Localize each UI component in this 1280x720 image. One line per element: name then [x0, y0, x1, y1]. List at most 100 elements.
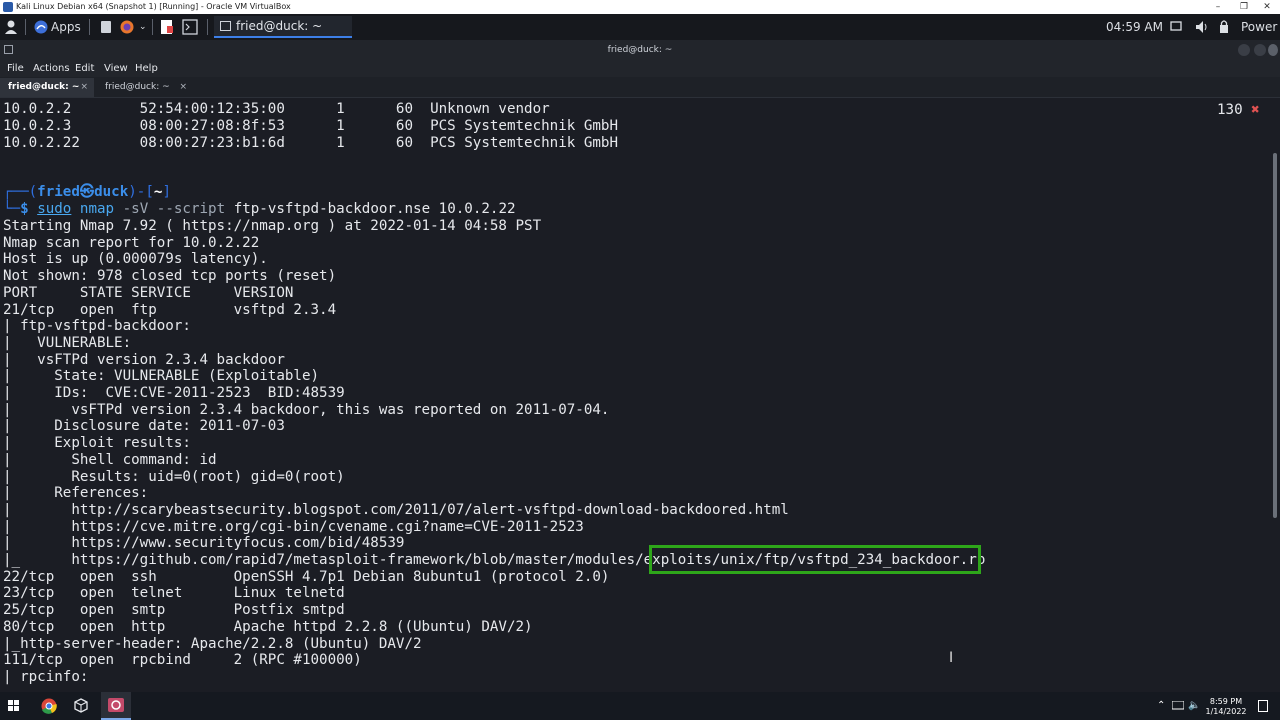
output-line: | http://scarybeastsecurity.blogspot.com… [3, 501, 789, 518]
notification-icon[interactable] [1258, 700, 1268, 712]
scrollbar-thumb[interactable] [1273, 153, 1277, 518]
windows-start-icon[interactable] [8, 700, 20, 712]
output-line: | References: [3, 485, 149, 502]
tab-close-icon[interactable]: × [80, 78, 88, 97]
window-minimize-button[interactable] [1238, 44, 1250, 56]
virtualbox-taskbar-button[interactable] [101, 692, 131, 720]
minimize-button[interactable]: – [1205, 0, 1231, 14]
terminal-output[interactable]: 10.0.2.2 52:54:00:12:35:00 1 60 Unknown … [0, 98, 1270, 692]
vbox-window-title: Kali Linux Debian x64 (Snapshot 1) [Runn… [16, 2, 291, 11]
prompt-dollar: $ [20, 201, 29, 217]
volume-icon[interactable] [1195, 14, 1209, 40]
taskbar-terminal-label: fried@duck: ~ [236, 19, 323, 33]
prompt-bracket: ┌──( [3, 184, 38, 200]
prompt-bracket: ] [162, 184, 171, 200]
output-line: | Results: uid=0(root) gid=0(root) [3, 468, 345, 485]
display-icon[interactable] [1170, 14, 1182, 40]
tab-label: fried@duck: ~ [8, 82, 80, 92]
user-icon[interactable] [4, 14, 18, 40]
text-editor-icon[interactable] [160, 14, 174, 40]
kali-top-panel: Apps ⌄ fried@duck: ~ 04:59 AM Power [0, 14, 1280, 40]
taskbar-time[interactable]: 8:59 PM [1206, 698, 1246, 706]
panel-separator [152, 19, 153, 35]
output-line: | https://www.securityfocus.com/bid/4853… [3, 535, 405, 552]
terminal-window-title: fried@duck: ~ [607, 45, 673, 55]
power-label[interactable]: Power [1241, 14, 1277, 40]
tray-overflow-icon[interactable]: ⌃ [1157, 692, 1165, 720]
tray-volume-icon[interactable]: 🔈 [1188, 692, 1200, 720]
terminal-window-icon [4, 45, 13, 54]
output-line: Starting Nmap 7.92 ( https://nmap.org ) … [3, 218, 542, 234]
virtualbox-icon [3, 2, 13, 12]
output-line: 22/tcp open ssh OpenSSH 4.7p1 Debian 8ub… [3, 568, 610, 585]
prompt-bracket: └─ [3, 201, 21, 217]
apps-label: Apps [51, 20, 81, 34]
terminal-icon [220, 21, 231, 31]
exit-code: 130 [1217, 102, 1243, 118]
menu-view[interactable]: View [104, 60, 128, 77]
menu-edit[interactable]: Edit [75, 60, 94, 77]
tab-terminal-2[interactable]: fried@duck: ~ × [97, 78, 193, 97]
output-line: Host is up (0.000079s latency). [3, 251, 268, 268]
output-line: | rpcinfo: [3, 668, 89, 685]
output-line: | Exploit results: [3, 435, 191, 452]
output-line: | VULNERABLE: [3, 334, 132, 351]
output-line: | ftp-vsftpd-backdoor: [3, 318, 191, 335]
cube-app-icon[interactable] [73, 692, 89, 720]
command-nmap: nmap [79, 201, 115, 217]
tab-close-icon[interactable]: × [179, 78, 187, 97]
prompt-user: fried [37, 184, 80, 200]
panel-separator [25, 19, 26, 35]
mouse-cursor-icon: I [949, 650, 954, 666]
panel-separator [89, 19, 90, 35]
terminal-scrollbar[interactable] [1270, 98, 1280, 692]
output-line: PORT STATE SERVICE VERSION [3, 284, 294, 301]
command-args: ftp-vsftpd-backdoor.nse 10.0.2.22 [233, 201, 516, 217]
screen: Kali Linux Debian x64 (Snapshot 1) [Runn… [0, 0, 1280, 720]
tray-network-icon[interactable] [1171, 700, 1185, 711]
files-icon[interactable] [100, 14, 112, 40]
command-sudo: sudo [37, 201, 72, 217]
apps-menu-button[interactable]: Apps [34, 14, 82, 40]
chevron-down-icon[interactable]: ⌄ [139, 14, 147, 40]
command-flag: -sV [122, 201, 149, 217]
output-line: | vsFTPd version 2.3.4 backdoor, this wa… [3, 401, 610, 418]
terminal-title-bar: fried@duck: ~ [0, 40, 1280, 60]
output-line: | https://cve.mitre.org/cgi-bin/cvename.… [3, 518, 584, 535]
panel-clock[interactable]: 04:59 AM [1106, 14, 1163, 40]
annotation-highlight-box [649, 545, 981, 574]
tab-label: fried@duck: ~ [105, 82, 170, 92]
vbox-title-bar: Kali Linux Debian x64 (Snapshot 1) [Runn… [0, 0, 1280, 14]
output-line: |_http-server-header: Apache/2.2.8 (Ubun… [3, 635, 422, 652]
arp-row: 10.0.2.2 52:54:00:12:35:00 1 60 Unknown … [3, 101, 550, 117]
firefox-icon[interactable] [119, 14, 135, 40]
prompt-skull-icon: ㉿ [79, 184, 95, 200]
menu-actions[interactable]: Actions [33, 60, 70, 77]
tab-terminal-1[interactable]: fried@duck: ~ × [0, 78, 94, 97]
output-line: Nmap scan report for 10.0.2.22 [3, 234, 260, 251]
menu-help[interactable]: Help [135, 60, 158, 77]
error-icon: ✖ [1251, 102, 1260, 118]
output-line: 25/tcp open smtp Postfix smtpd [3, 602, 345, 619]
command-line: └─$ sudo nmap -sV --script ftp-vsftpd-ba… [3, 201, 516, 218]
window-maximize-button[interactable] [1254, 44, 1266, 56]
taskbar-terminal-button[interactable]: fried@duck: ~ [214, 16, 352, 38]
terminal-launcher-icon[interactable] [182, 14, 198, 40]
lock-icon[interactable] [1218, 14, 1230, 40]
output-line: 23/tcp open telnet Linux telnetd [3, 585, 345, 602]
chrome-icon[interactable] [40, 692, 58, 720]
terminal-menubar: File Actions Edit View Help [0, 60, 1280, 77]
output-line: 111/tcp open rpcbind 2 (RPC #100000) [3, 652, 362, 669]
menu-file[interactable]: File [7, 60, 24, 77]
taskbar-date[interactable]: 1/14/2022 [1204, 708, 1248, 716]
prompt-line-1: ┌──(fried㉿duck)-[~] [3, 184, 171, 201]
output-line: | IDs: CVE:CVE-2011-2523 BID:48539 [3, 385, 345, 401]
output-line: 80/tcp open http Apache httpd 2.2.8 ((Ub… [3, 618, 533, 635]
prompt-bracket: )-[ [128, 184, 154, 200]
arp-row: 10.0.2.3 08:00:27:08:8f:53 1 60 PCS Syst… [3, 118, 618, 134]
window-close-button[interactable] [1268, 44, 1278, 56]
output-line: | State: VULNERABLE (Exploitable) [3, 368, 320, 385]
close-button[interactable]: ✕ [1254, 0, 1280, 14]
windows-taskbar: ⌃ 🔈 8:59 PM 1/14/2022 [0, 692, 1280, 720]
exit-status: 130 ✖ [1217, 102, 1260, 119]
